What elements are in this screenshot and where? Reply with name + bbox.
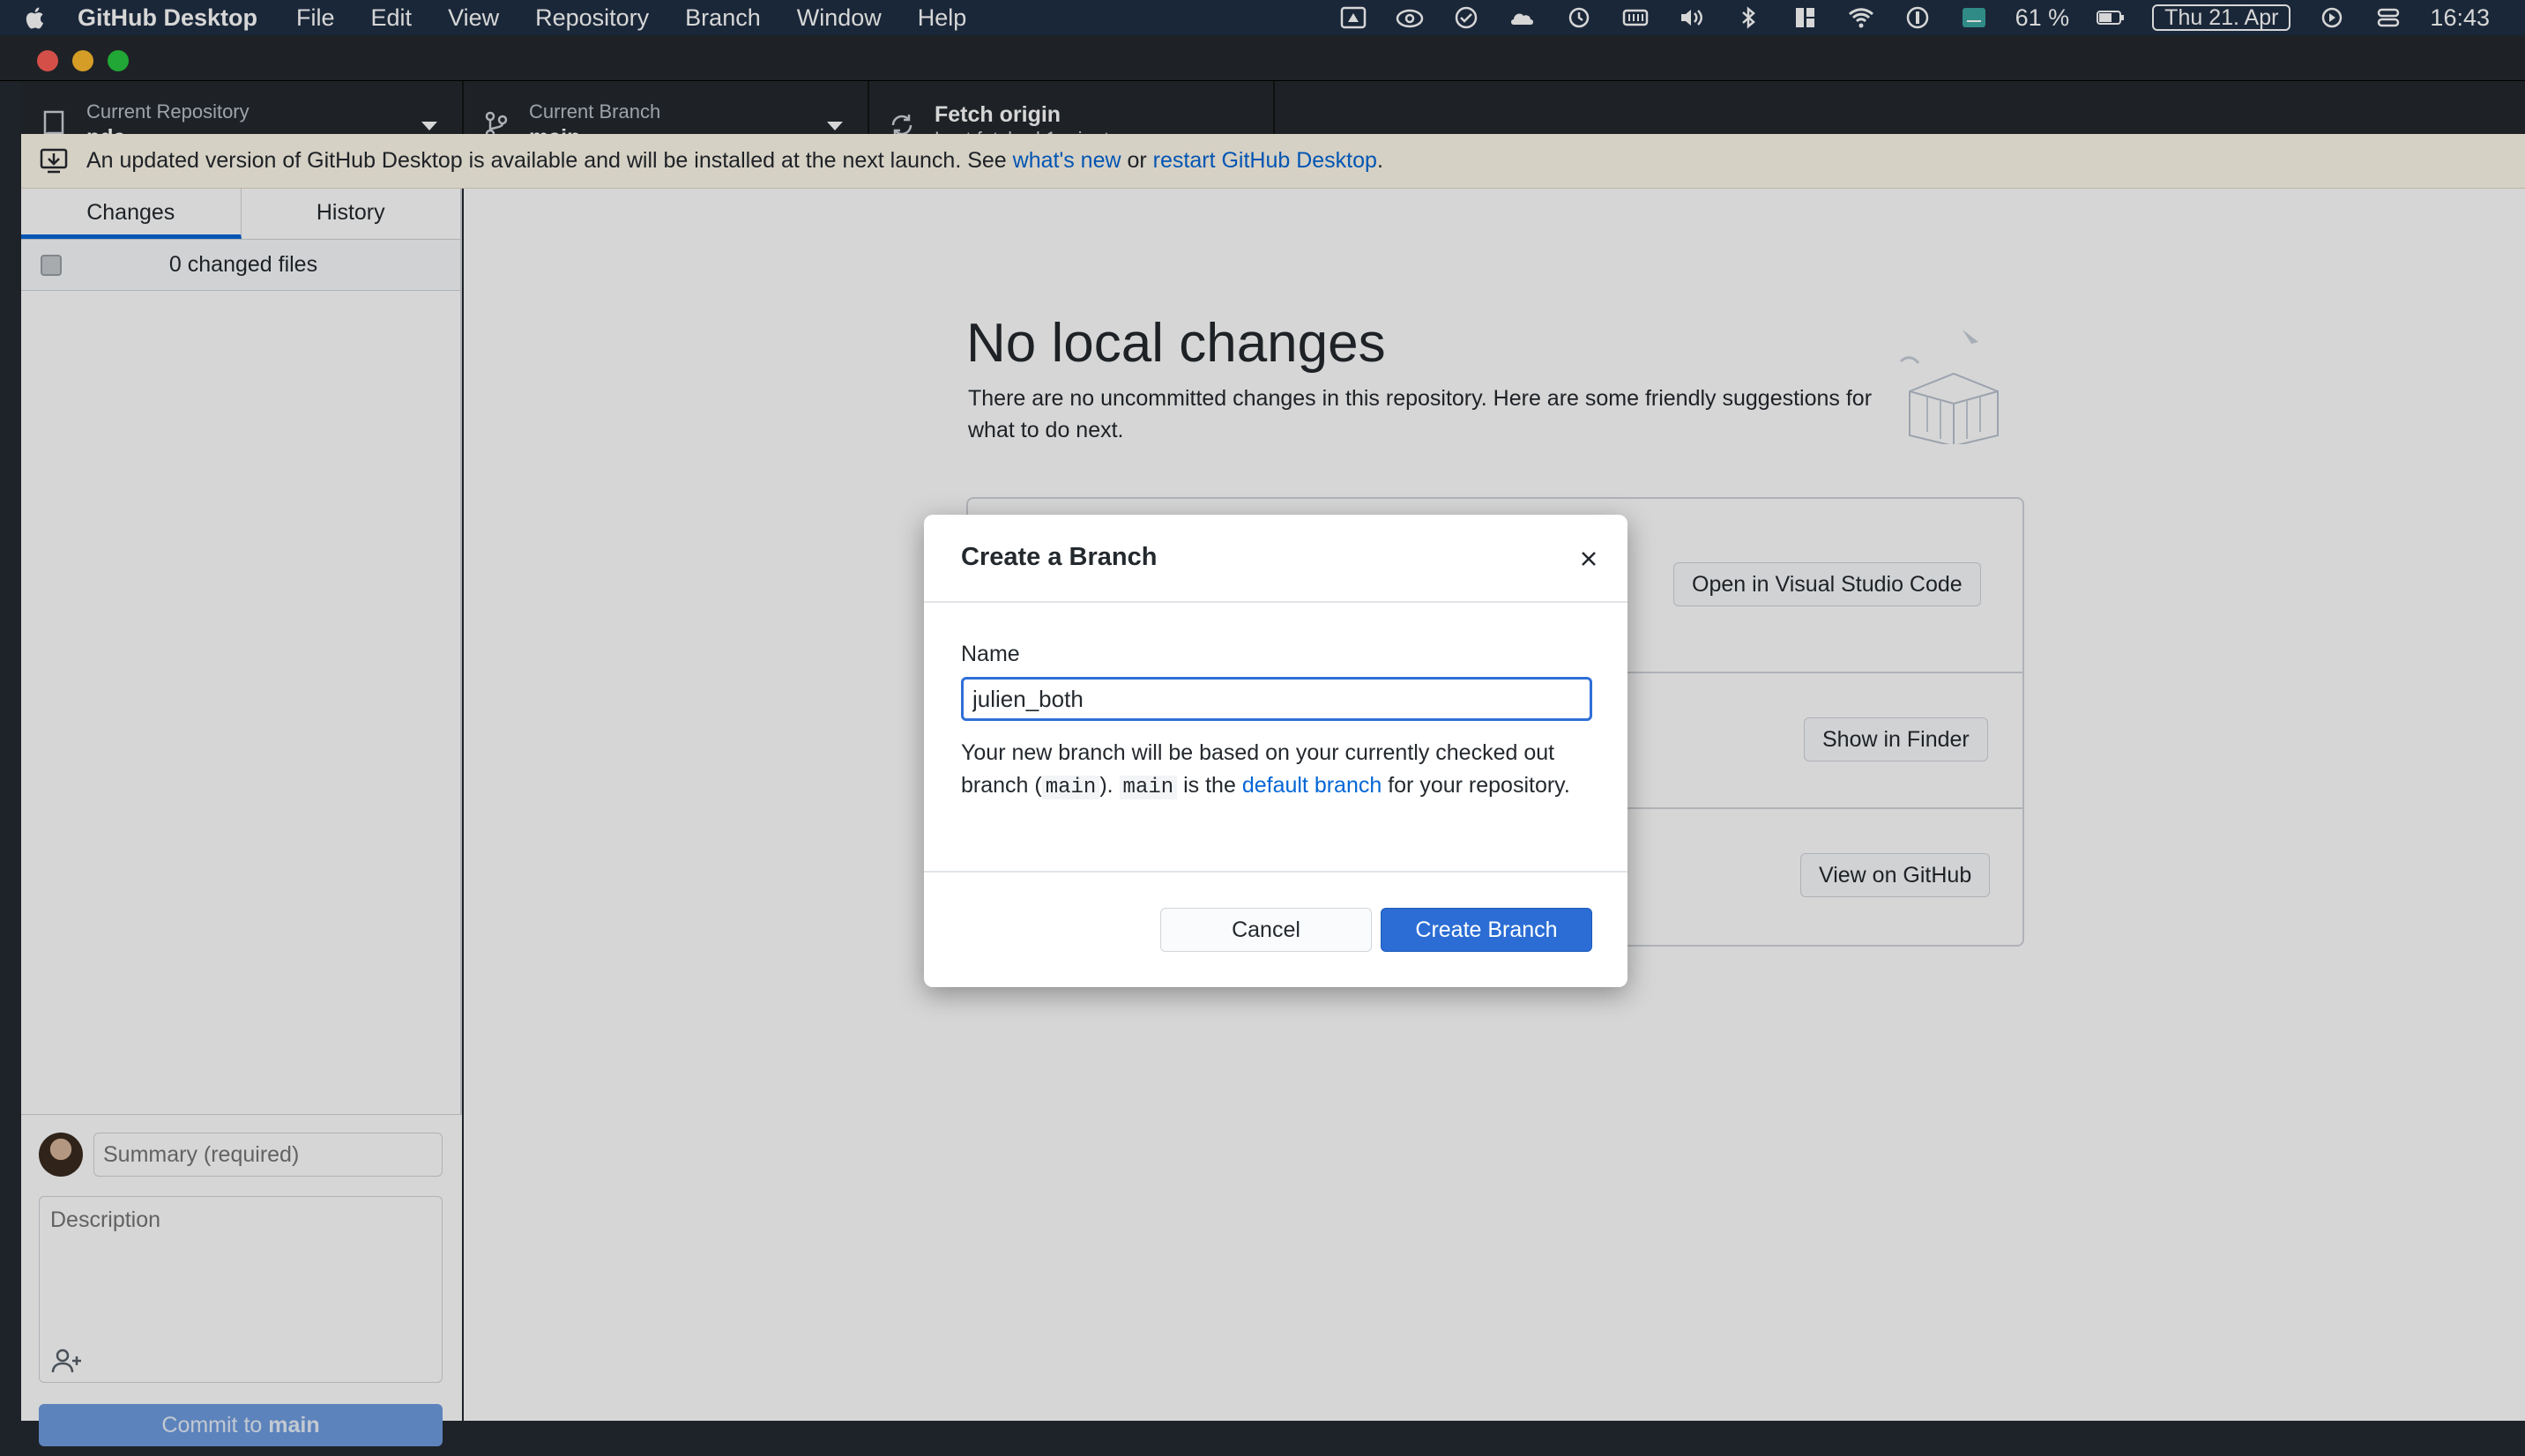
- cancel-button[interactable]: Cancel: [1160, 908, 1372, 952]
- create-branch-button[interactable]: Create Branch: [1381, 908, 1592, 952]
- dialog-title: Create a Branch: [961, 543, 1158, 571]
- dialog-footer: Cancel Create Branch: [924, 871, 1627, 987]
- default-branch-link[interactable]: default branch: [1242, 773, 1382, 798]
- info-text-3: is the: [1177, 773, 1242, 798]
- branch-info-text: Your new branch will be based on your cu…: [961, 737, 1592, 804]
- close-icon: [1582, 552, 1596, 566]
- branch-name-label: Name: [961, 642, 1020, 666]
- close-dialog-button[interactable]: [1571, 541, 1606, 576]
- create-branch-dialog: Create a Branch Name Your new branch wil…: [924, 515, 1627, 987]
- dialog-header: Create a Branch: [924, 515, 1627, 603]
- current-branch-code: main: [1041, 776, 1100, 799]
- info-text-4: for your repository.: [1382, 773, 1570, 798]
- default-branch-code: main: [1119, 776, 1178, 799]
- branch-name-input[interactable]: [961, 677, 1592, 721]
- info-text-2: ).: [1099, 773, 1120, 798]
